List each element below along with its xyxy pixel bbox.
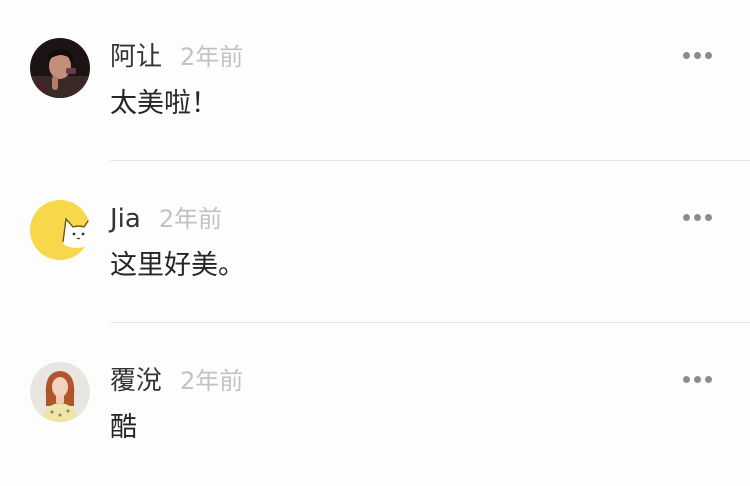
red-hair-portrait-photo: [30, 362, 90, 422]
comment-text: 这里好美。: [110, 250, 245, 281]
username-text[interactable]: Jia: [110, 204, 141, 234]
username-text[interactable]: 阿让: [110, 42, 162, 72]
more-options-button[interactable]: [680, 46, 716, 66]
username-text[interactable]: 覆涗: [110, 366, 162, 396]
comment-text: 太美啦！: [110, 88, 218, 119]
comment-text: 酷: [110, 412, 137, 443]
avatar[interactable]: [30, 362, 90, 422]
avatar[interactable]: [30, 38, 90, 98]
username[interactable]: 阿让 2年前: [110, 40, 243, 74]
comment-item: Jia 2年前 这里好美。: [0, 162, 750, 324]
more-options-button[interactable]: [680, 208, 716, 228]
divider: [110, 322, 750, 323]
username[interactable]: Jia 2年前: [110, 202, 222, 236]
yellow-cat-avatar: [30, 200, 90, 260]
comment-item: 阿让 2年前 太美啦！: [0, 0, 750, 162]
comment-item: 覆涗 2年前 酷: [0, 324, 750, 486]
more-options-button[interactable]: [680, 370, 716, 390]
username[interactable]: 覆涗 2年前: [110, 364, 243, 398]
timestamp: 2年前: [158, 205, 223, 233]
comment-list: 阿让 2年前 太美啦！ Jia 2年前 这里好美。 覆涗 2年前 酷: [0, 0, 750, 472]
divider: [110, 160, 750, 161]
avatar[interactable]: [30, 200, 90, 260]
dark-portrait-photo: [30, 38, 90, 98]
timestamp: 2年前: [180, 43, 244, 71]
timestamp: 2年前: [180, 367, 244, 395]
